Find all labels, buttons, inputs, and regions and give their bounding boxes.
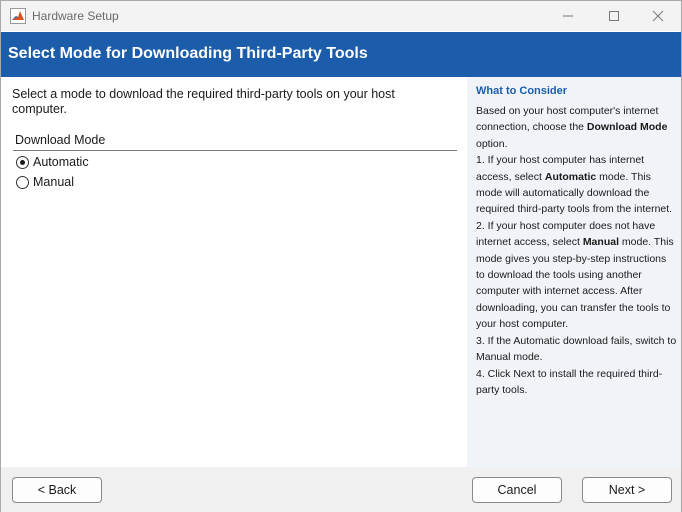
- minimize-icon[interactable]: [545, 1, 591, 31]
- hardware-setup-window: Hardware Setup Select Mode for Downloadi…: [0, 0, 682, 512]
- next-button[interactable]: Next >: [582, 477, 672, 503]
- radio-automatic-label[interactable]: Automatic: [33, 155, 89, 169]
- help-item-1: 1. If your host computer has internet ac…: [476, 154, 673, 216]
- download-mode-label: Download Mode: [15, 133, 106, 147]
- matlab-app-icon: [10, 8, 26, 24]
- radio-manual-label[interactable]: Manual: [33, 175, 74, 189]
- button-bar: < Back Cancel Next >: [1, 467, 681, 512]
- page-title: Select Mode for Downloading Third-Party …: [8, 45, 368, 62]
- header-banner: Select Mode for Downloading Third-Party …: [1, 32, 681, 77]
- help-item-3: 3. If the Automatic download fails, swit…: [476, 334, 677, 364]
- title-bar: Hardware Setup: [1, 1, 681, 31]
- close-icon[interactable]: [635, 1, 681, 31]
- group-divider: [13, 150, 457, 151]
- radio-circle-unselected[interactable]: [16, 175, 29, 189]
- radio-automatic[interactable]: Automatic: [16, 154, 89, 170]
- help-item-2: 2. If your host computer does not have i…: [476, 219, 674, 331]
- maximize-icon[interactable]: [591, 1, 637, 31]
- main-panel: Select a mode to download the required t…: [1, 77, 467, 467]
- instructions-text: Select a mode to download the required t…: [12, 87, 395, 116]
- help-panel: What to Consider Based on your host comp…: [467, 77, 681, 467]
- radio-circle-selected[interactable]: [16, 155, 29, 169]
- help-item-4: 4. Click Next to install the required th…: [476, 367, 663, 396]
- radio-manual[interactable]: Manual: [16, 174, 74, 190]
- help-intro: Based on your host computer's internet c…: [476, 105, 668, 150]
- help-title: What to Consider: [476, 85, 568, 97]
- help-body: Based on your host computer's internet c…: [476, 103, 677, 398]
- cancel-button[interactable]: Cancel: [472, 477, 562, 503]
- back-button[interactable]: < Back: [12, 477, 102, 503]
- window-title: Hardware Setup: [32, 9, 119, 23]
